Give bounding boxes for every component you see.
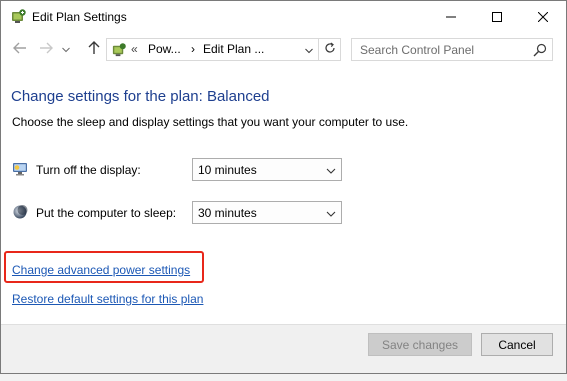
- search-box[interactable]: [351, 38, 553, 61]
- breadcrumb-overflow[interactable]: «: [131, 42, 138, 56]
- breadcrumb-item-power-options[interactable]: Pow...: [148, 42, 181, 56]
- dialog-footer: Save changes Cancel: [1, 324, 566, 373]
- address-dropdown-button[interactable]: [300, 39, 318, 60]
- window-title: Edit Plan Settings: [32, 10, 127, 24]
- background-strip: [0, 374, 567, 381]
- power-plan-icon: [10, 8, 27, 25]
- minimize-button[interactable]: [428, 1, 474, 32]
- edit-plan-settings-window: Edit Plan Settings « Pow... › Edit Plan …: [0, 0, 567, 374]
- refresh-icon: [324, 42, 336, 57]
- close-icon: [538, 11, 548, 22]
- power-plan-icon: [111, 42, 127, 58]
- forward-button[interactable]: [37, 40, 55, 58]
- minimize-icon: [446, 12, 456, 22]
- up-arrow-icon: [88, 40, 100, 58]
- recent-chevron-icon: [62, 42, 70, 56]
- sleep-timeout-value: 30 minutes: [198, 206, 257, 220]
- breadcrumb-separator: ›: [191, 42, 195, 56]
- advanced-power-settings-link[interactable]: Change advanced power settings: [12, 263, 190, 277]
- maximize-icon: [492, 11, 502, 22]
- restore-defaults-link[interactable]: Restore default settings for this plan: [12, 292, 203, 306]
- address-bar[interactable]: « Pow... › Edit Plan ...: [106, 38, 319, 61]
- title-bar[interactable]: Edit Plan Settings: [1, 1, 566, 32]
- forward-arrow-icon: [39, 42, 53, 57]
- maximize-button[interactable]: [474, 1, 520, 32]
- sleep-timeout-label: Put the computer to sleep:: [36, 206, 177, 220]
- display-timeout-select[interactable]: 10 minutes: [192, 158, 342, 181]
- display-icon: [12, 161, 28, 177]
- sleep-timeout-select[interactable]: 30 minutes: [192, 201, 342, 224]
- page-description: Choose the sleep and display settings th…: [12, 115, 409, 129]
- back-arrow-icon: [13, 42, 27, 57]
- cancel-button[interactable]: Cancel: [481, 333, 553, 356]
- breadcrumb-item-edit-plan[interactable]: Edit Plan ...: [203, 42, 264, 56]
- chevron-down-icon: [326, 165, 336, 175]
- close-button[interactable]: [520, 1, 566, 32]
- up-button[interactable]: [85, 40, 103, 58]
- back-button[interactable]: [11, 40, 29, 58]
- search-input[interactable]: [352, 39, 527, 60]
- save-changes-button[interactable]: Save changes: [368, 333, 472, 356]
- page-title: Change settings for the plan: Balanced: [11, 88, 270, 105]
- display-timeout-label: Turn off the display:: [36, 163, 141, 177]
- chevron-down-icon: [326, 208, 336, 218]
- display-timeout-value: 10 minutes: [198, 163, 257, 177]
- sleep-moon-icon: [12, 204, 28, 220]
- refresh-button[interactable]: [319, 38, 341, 61]
- search-icon[interactable]: [533, 43, 547, 57]
- address-dropdown-icon: [305, 43, 313, 57]
- recent-locations-button[interactable]: [59, 40, 73, 58]
- navigation-bar: « Pow... › Edit Plan ...: [1, 32, 566, 66]
